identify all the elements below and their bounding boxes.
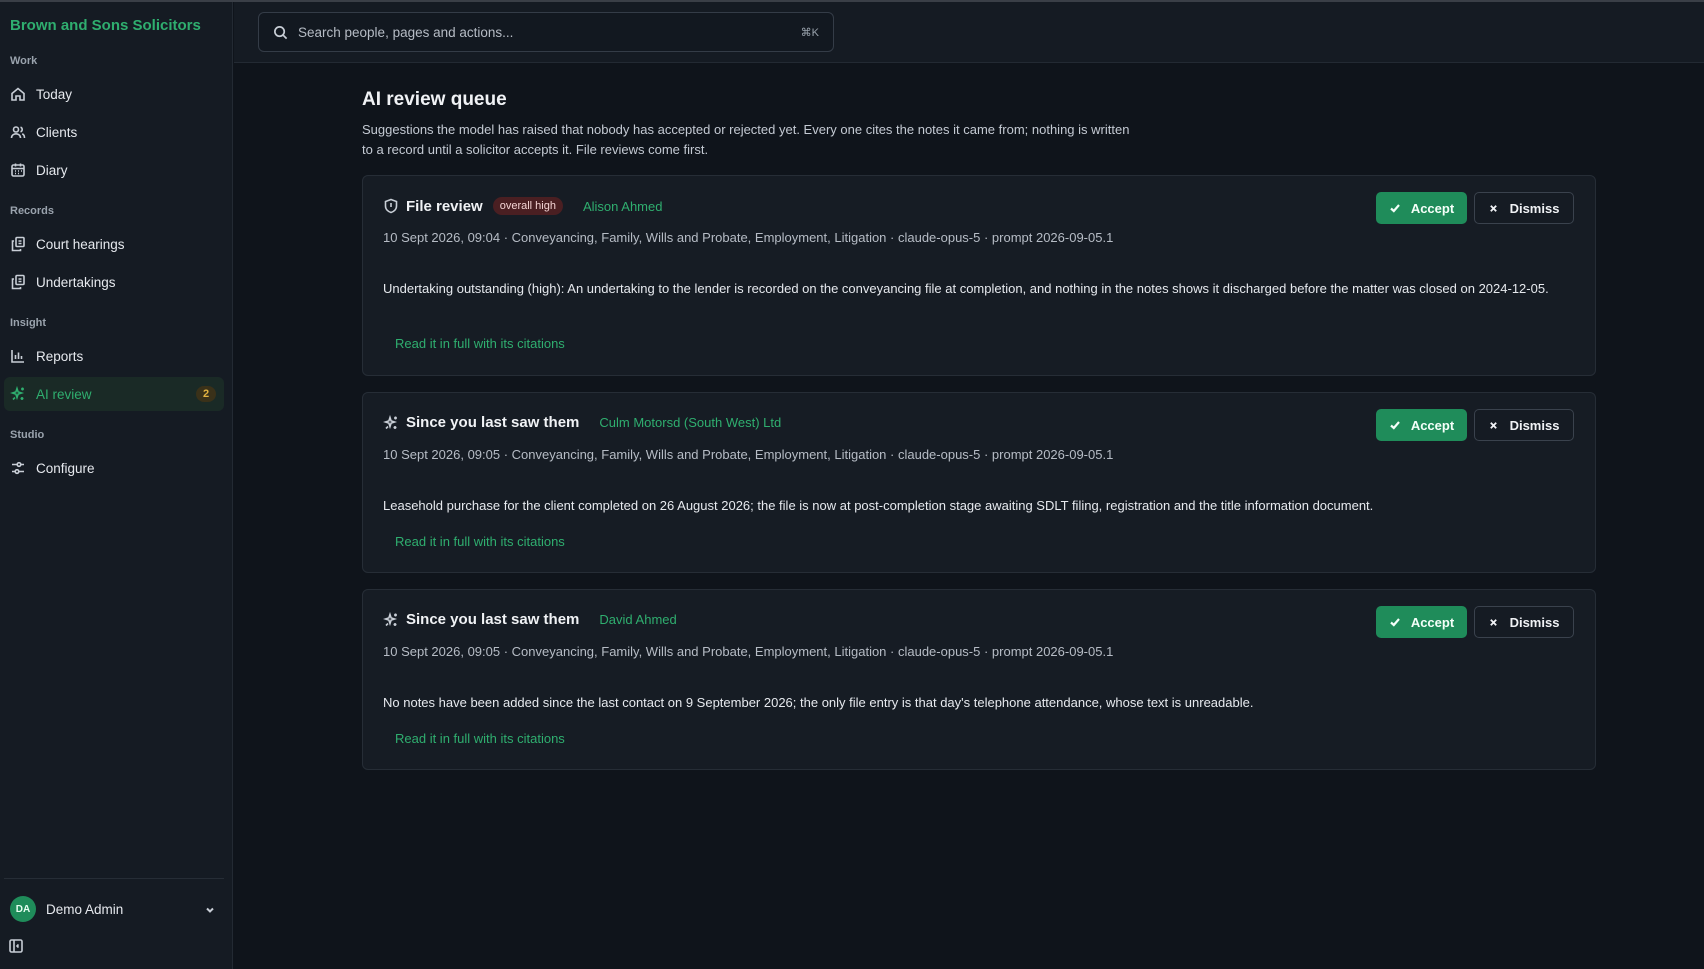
calendar-icon <box>10 162 26 178</box>
sparkles-icon <box>383 611 399 628</box>
check-icon <box>1390 618 1400 627</box>
ai-review-count-badge: 2 <box>196 386 216 402</box>
section-label-work: Work <box>10 55 38 67</box>
client-link[interactable]: David Ahmed <box>599 612 676 627</box>
sidebar-item-label: Reports <box>36 348 84 364</box>
documents-icon <box>10 236 26 252</box>
search-input[interactable] <box>298 24 801 40</box>
sidebar-item-diary[interactable]: Diary <box>4 153 224 187</box>
sidebar-item-label: AI review <box>36 386 92 402</box>
sidebar-item-label: Court hearings <box>36 236 125 252</box>
close-icon <box>1489 421 1497 429</box>
card-body: Undertaking outstanding (high): An under… <box>383 281 1549 296</box>
check-icon <box>1390 421 1400 430</box>
bar-chart-icon <box>10 348 26 364</box>
sidebar-item-label: Clients <box>36 124 78 140</box>
dismiss-button[interactable]: Dismiss <box>1474 606 1574 638</box>
client-link[interactable]: Alison Ahmed <box>583 199 663 214</box>
card-title: Since you last saw them <box>406 414 580 431</box>
accept-button[interactable]: Accept <box>1376 606 1467 638</box>
shield-icon <box>383 198 399 214</box>
sidebar-divider <box>4 878 224 879</box>
documents-icon <box>10 274 26 290</box>
accept-label: Accept <box>1410 200 1455 216</box>
card-meta: 10 Sept 2026, 09:05 · Conveyancing, Fami… <box>383 447 1114 462</box>
search-shortcut-hint: ⌘K <box>800 26 819 39</box>
read-full-citations-link[interactable]: Read it in full with its citations <box>395 731 565 746</box>
sidebar-item-undertakings[interactable]: Undertakings <box>4 265 224 299</box>
accept-button[interactable]: Accept <box>1376 409 1467 441</box>
sidebar-item-court-hearings[interactable]: Court hearings <box>4 227 224 261</box>
sidebar-item-reports[interactable]: Reports <box>4 339 224 373</box>
sidebar-item-ai-review[interactable]: AI review 2 <box>4 377 224 411</box>
accept-label: Accept <box>1410 614 1455 630</box>
sidebar-item-configure[interactable]: Configure <box>4 451 224 485</box>
section-label-insight: Insight <box>10 317 47 329</box>
sliders-icon <box>10 460 26 476</box>
review-card: Since you last saw them Culm Motorsd (So… <box>362 392 1596 573</box>
sidebar-item-label: Today <box>36 86 73 102</box>
user-menu[interactable]: DA Demo Admin <box>10 895 216 923</box>
sidebar-item-label: Configure <box>36 460 95 476</box>
close-icon <box>1489 618 1497 626</box>
users-icon <box>10 124 26 140</box>
accept-button[interactable]: Accept <box>1376 192 1467 224</box>
page-description: Suggestions the model has raised that no… <box>362 122 1130 157</box>
sidebar: Brown and Sons Solicitors Work Today Cli… <box>0 2 233 969</box>
home-icon <box>10 86 26 102</box>
card-meta: 10 Sept 2026, 09:05 · Conveyancing, Fami… <box>383 644 1114 659</box>
review-card: Since you last saw them David Ahmed 10 S… <box>362 589 1596 770</box>
card-body: Leasehold purchase for the client comple… <box>383 498 1374 513</box>
client-link[interactable]: Culm Motorsd (South West) Ltd <box>599 415 781 430</box>
search-icon <box>274 25 288 39</box>
page-title: AI review queue <box>362 89 507 110</box>
card-title: File review <box>406 197 483 215</box>
review-card: File review overall high Alison Ahmed 10… <box>362 175 1596 376</box>
section-label-records: Records <box>10 205 55 217</box>
dismiss-label: Dismiss <box>1509 200 1560 216</box>
dismiss-label: Dismiss <box>1509 614 1560 630</box>
card-title: Since you last saw them <box>406 611 580 628</box>
section-label-studio: Studio <box>10 429 45 441</box>
avatar: DA <box>10 896 36 922</box>
dismiss-button[interactable]: Dismiss <box>1474 409 1574 441</box>
top-header: ⌘K <box>234 2 1704 63</box>
sidebar-item-clients[interactable]: Clients <box>4 115 224 149</box>
chevron-down-icon <box>204 903 216 915</box>
dismiss-button[interactable]: Dismiss <box>1474 192 1574 224</box>
severity-badge: overall high <box>492 197 563 215</box>
card-meta: 10 Sept 2026, 09:04 · Conveyancing, Fami… <box>383 230 1114 245</box>
sidebar-item-label: Undertakings <box>36 274 116 290</box>
read-full-citations-link[interactable]: Read it in full with its citations <box>395 336 565 351</box>
user-name: Demo Admin <box>46 901 124 917</box>
dismiss-label: Dismiss <box>1509 417 1560 433</box>
close-icon <box>1489 204 1497 212</box>
sparkles-icon <box>10 386 26 402</box>
read-full-citations-link[interactable]: Read it in full with its citations <box>395 534 565 549</box>
search-bar[interactable]: ⌘K <box>258 12 834 52</box>
collapse-sidebar-button[interactable] <box>9 939 25 955</box>
sidebar-item-label: Diary <box>36 162 68 178</box>
sidebar-item-today[interactable]: Today <box>4 77 224 111</box>
sparkles-icon <box>383 414 399 431</box>
brand-name[interactable]: Brown and Sons Solicitors <box>10 17 201 34</box>
accept-label: Accept <box>1410 417 1455 433</box>
check-icon <box>1390 204 1400 213</box>
sidebar-toggle-icon <box>9 939 23 953</box>
card-body: No notes have been added since the last … <box>383 695 1254 710</box>
